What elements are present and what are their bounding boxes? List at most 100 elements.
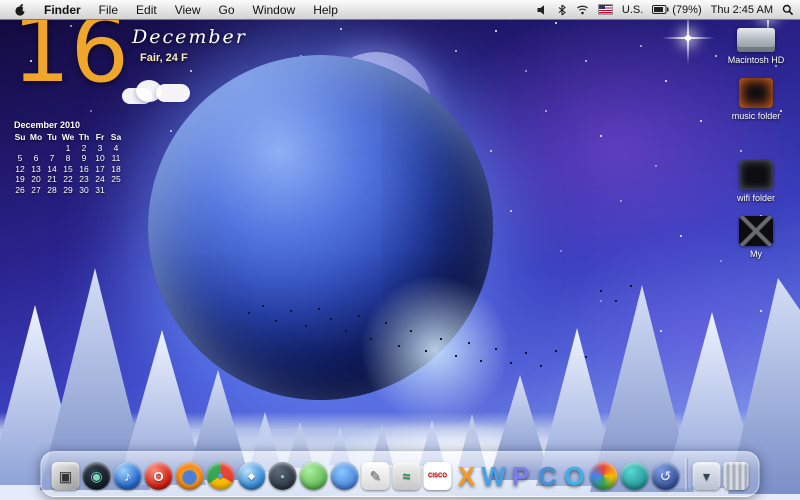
volume-menu-extra[interactable] bbox=[536, 4, 548, 16]
battery-menu-extra[interactable]: (79%) bbox=[652, 3, 702, 16]
battery-percent: (79%) bbox=[672, 3, 702, 16]
calendar-cell: 7 bbox=[49, 153, 55, 163]
calendar-cell bbox=[12, 143, 28, 154]
dock-icon-grab-utility[interactable]: ▣ bbox=[51, 462, 80, 490]
desktop-icon-label: Macintosh HD bbox=[727, 55, 785, 65]
bluetooth-icon bbox=[558, 4, 566, 15]
calendar-cell bbox=[28, 143, 44, 154]
calendar-day-headers: Su Mo Tu We Th Fr Sa bbox=[12, 132, 130, 143]
calendar-cell: 23 bbox=[79, 174, 89, 184]
apple-menu[interactable] bbox=[6, 3, 35, 17]
calendar-cell: 22 bbox=[63, 174, 73, 184]
us-flag-icon bbox=[597, 4, 613, 15]
dock-icon-vuze[interactable] bbox=[330, 462, 359, 490]
my-folder-icon bbox=[739, 216, 773, 246]
calendar-cell: 10 bbox=[95, 153, 105, 163]
active-app-name[interactable]: Finder bbox=[35, 3, 90, 17]
dock-icon-time-machine[interactable]: ↺ bbox=[651, 462, 680, 490]
dock-icon-adium[interactable] bbox=[299, 462, 328, 490]
dock-icon-word[interactable]: W bbox=[481, 461, 506, 491]
spotlight-search-icon bbox=[782, 4, 794, 15]
desktop-icon-label: My bbox=[750, 249, 762, 259]
dock-icon-itunes[interactable]: ♪ bbox=[113, 462, 142, 490]
dock-icon-openoffice[interactable]: O bbox=[563, 461, 587, 491]
volume-icon bbox=[537, 4, 544, 15]
dock-icon-excel[interactable]: X bbox=[455, 461, 479, 491]
calendar-cell: 19 bbox=[15, 174, 25, 184]
calendar-cell bbox=[44, 143, 60, 154]
wifi-folder-icon bbox=[738, 160, 773, 190]
calendar-cell: 2 bbox=[81, 142, 87, 153]
calendar-cell: 1 bbox=[65, 142, 71, 153]
calendar-cell: 26 bbox=[15, 184, 25, 195]
dock-icon-activity-monitor[interactable]: ≈ bbox=[392, 462, 421, 490]
calendar-cell: 6 bbox=[33, 153, 39, 163]
calendar-days-grid: 1 2 3 4 5 6 7 8 9 10 11 12 13 14 15 16 17 18 19 20 21 22 23 24 2… bbox=[12, 143, 130, 196]
dock-icon-trash[interactable] bbox=[723, 462, 749, 490]
calendar-cell: 25 bbox=[111, 174, 121, 184]
calendar-day-header: Mo bbox=[29, 132, 43, 142]
input-source-label[interactable]: U.S. bbox=[622, 4, 643, 16]
dock-icon-safari[interactable]: ◆ bbox=[237, 462, 266, 490]
dock-icon-firefox[interactable] bbox=[175, 462, 204, 490]
calendar-day-header: Su bbox=[14, 132, 26, 142]
calendar-cell: 21 bbox=[47, 174, 57, 184]
calendar-cell: 29 bbox=[63, 184, 73, 195]
calendar-cell bbox=[108, 185, 124, 196]
bluetooth-menu-extra[interactable] bbox=[557, 4, 567, 16]
airport-menu-extra[interactable] bbox=[576, 4, 589, 15]
desktop-icon-label: music folder bbox=[731, 111, 781, 121]
desktop[interactable]: Finder File Edit View Go Window Help U.S… bbox=[0, 0, 800, 500]
desktop-icon-macintosh-hd[interactable]: Macintosh HD bbox=[727, 28, 785, 65]
menu-help[interactable]: Help bbox=[304, 3, 347, 17]
calendar-cell: 3 bbox=[97, 142, 103, 153]
calendar-cell: 13 bbox=[31, 163, 41, 174]
dock-icon-downloads[interactable]: ▾ bbox=[692, 462, 721, 490]
dock: ▣ ◉ ♪ O ● ◆ ● ✎ ≈ CISCO X W P C O ↺ ▾ bbox=[40, 451, 760, 497]
calendar-cell: 11 bbox=[111, 153, 121, 163]
calendar-cell: 5 bbox=[17, 153, 23, 163]
desktop-icon-wifi-folder[interactable]: wifi folder bbox=[737, 160, 775, 203]
spotlight-menu-extra[interactable] bbox=[782, 4, 794, 16]
calendar-widget[interactable]: December 2010 Su Mo Tu We Th Fr Sa 1 2 3 4 5 6 7 8 9 10… bbox=[12, 120, 130, 195]
dock-icon-textedit[interactable]: ✎ bbox=[361, 462, 390, 490]
dock-icon-dashboard[interactable]: ◉ bbox=[82, 462, 111, 490]
calendar-cell: 28 bbox=[47, 184, 57, 195]
calendar-cell: 16 bbox=[79, 163, 89, 174]
macintosh-hd-icon bbox=[737, 28, 775, 52]
desktop-icon-my-folder[interactable]: My bbox=[739, 216, 773, 259]
menu-bar: Finder File Edit View Go Window Help U.S… bbox=[0, 0, 800, 20]
calendar-cell: 20 bbox=[31, 174, 41, 184]
dock-icon-cyberduck[interactable]: C bbox=[536, 461, 560, 491]
music-folder-icon bbox=[738, 78, 773, 108]
dock-icon-opera[interactable]: O bbox=[144, 462, 173, 490]
dock-icon-powerpoint[interactable]: P bbox=[509, 461, 533, 491]
dock-icon-globe-app[interactable] bbox=[620, 462, 649, 490]
menu-window[interactable]: Window bbox=[244, 3, 305, 17]
calendar-cell: 24 bbox=[95, 174, 105, 184]
dock-icon-chrome[interactable]: ● bbox=[206, 462, 235, 490]
dock-icon-photo-booth[interactable]: ● bbox=[268, 462, 297, 490]
input-source-menu-extra[interactable] bbox=[597, 4, 613, 15]
calendar-cell: 14 bbox=[47, 163, 57, 174]
desktop-icon-column: Macintosh HD music folder wifi folder My bbox=[718, 28, 794, 272]
calendar-day-header: We bbox=[61, 132, 75, 142]
calendar-cell: 8 bbox=[65, 153, 71, 163]
menu-edit[interactable]: Edit bbox=[127, 3, 166, 17]
wifi-icon bbox=[577, 5, 588, 15]
menu-go[interactable]: Go bbox=[210, 3, 244, 17]
menu-file[interactable]: File bbox=[90, 3, 127, 17]
weather-widget-month[interactable]: December bbox=[132, 26, 247, 48]
menu-view[interactable]: View bbox=[166, 3, 210, 17]
dock-divider bbox=[685, 458, 687, 490]
menu-bar-clock[interactable]: Thu 2:45 AM bbox=[711, 4, 773, 16]
dock-icon-colorful-app[interactable] bbox=[589, 462, 618, 490]
calendar-day-header: Th bbox=[78, 132, 90, 142]
calendar-cell: 18 bbox=[111, 163, 121, 174]
menu-items: File Edit View Go Window Help bbox=[90, 3, 347, 17]
desktop-icon-music-folder[interactable]: music folder bbox=[731, 78, 781, 121]
calendar-title: December 2010 bbox=[14, 120, 81, 130]
apple-icon bbox=[15, 3, 27, 16]
dock-icon-cisco-vpn[interactable]: CISCO bbox=[423, 462, 452, 490]
calendar-day-header: Fr bbox=[95, 132, 105, 142]
